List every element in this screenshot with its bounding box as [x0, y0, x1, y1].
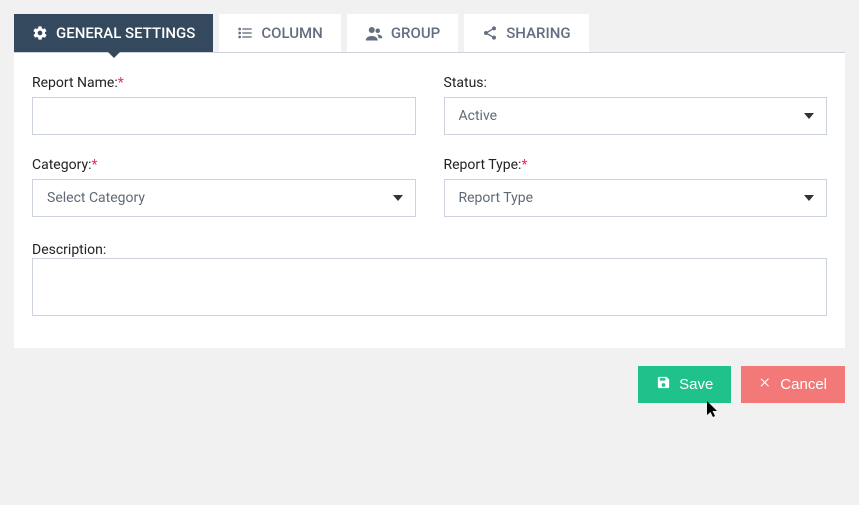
report-type-select[interactable]: Report Type: [444, 179, 828, 217]
share-icon: [482, 25, 498, 41]
caret-down-icon: [804, 113, 814, 119]
status-value: Active: [459, 108, 498, 124]
save-icon: [656, 375, 671, 394]
save-label: Save: [679, 376, 713, 393]
tab-general-settings[interactable]: GENERAL SETTINGS: [14, 14, 213, 52]
caret-down-icon: [393, 195, 403, 201]
actions-bar: Save Cancel: [14, 366, 845, 403]
required-marker: *: [91, 157, 97, 173]
description-textarea[interactable]: [32, 258, 827, 316]
category-value: Select Category: [47, 190, 145, 206]
report-name-input[interactable]: [32, 97, 416, 135]
description-label: Description:: [32, 242, 106, 258]
cancel-button[interactable]: Cancel: [741, 366, 845, 403]
status-select[interactable]: Active: [444, 97, 828, 135]
close-icon: [759, 376, 772, 393]
save-button[interactable]: Save: [638, 366, 731, 403]
tab-label: SHARING: [506, 24, 570, 42]
tab-sharing[interactable]: SHARING: [464, 14, 588, 52]
tab-label: COLUMN: [261, 24, 323, 42]
caret-down-icon: [804, 195, 814, 201]
tab-label: GROUP: [391, 24, 440, 42]
users-icon: [365, 25, 383, 41]
tab-label: GENERAL SETTINGS: [56, 24, 195, 42]
report-name-label: Report Name:*: [32, 75, 416, 91]
gear-icon: [32, 25, 48, 41]
tab-group[interactable]: GROUP: [347, 14, 458, 52]
list-icon: [237, 25, 253, 41]
required-marker: *: [521, 157, 527, 173]
report-type-label: Report Type:*: [444, 157, 828, 173]
tab-column[interactable]: COLUMN: [219, 14, 341, 52]
form-card: Report Name:* Status: Active Category:* …: [14, 52, 845, 348]
required-marker: *: [118, 75, 124, 91]
report-type-value: Report Type: [459, 190, 534, 206]
tabs: GENERAL SETTINGS COLUMN GROUP SHARING: [14, 14, 845, 52]
status-label: Status:: [444, 75, 828, 91]
category-select[interactable]: Select Category: [32, 179, 416, 217]
cancel-label: Cancel: [780, 376, 827, 393]
category-label: Category:*: [32, 157, 416, 173]
